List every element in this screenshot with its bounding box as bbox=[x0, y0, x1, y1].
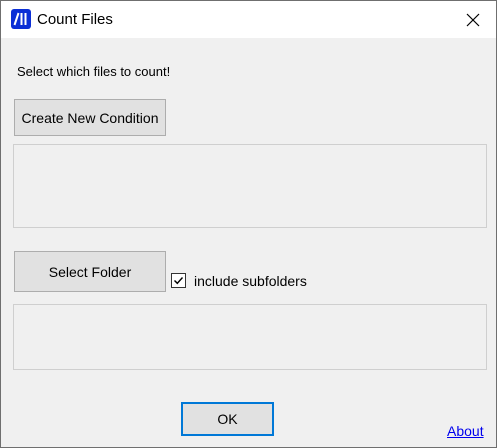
title-bar[interactable]: Count Files bbox=[1, 1, 496, 38]
instruction-label: Select which files to count! bbox=[17, 64, 171, 79]
include-subfolders-label[interactable]: include subfolders bbox=[194, 272, 307, 290]
close-icon bbox=[466, 13, 480, 27]
count-files-window: Count Files Select which files to count!… bbox=[0, 0, 497, 448]
folder-panel bbox=[13, 304, 487, 370]
window-title: Count Files bbox=[37, 11, 113, 28]
select-folder-button[interactable]: Select Folder bbox=[14, 251, 166, 292]
close-button[interactable] bbox=[450, 1, 496, 38]
conditions-panel bbox=[13, 144, 487, 228]
create-condition-button[interactable]: Create New Condition bbox=[14, 99, 166, 136]
app-logo-icon bbox=[11, 9, 31, 29]
about-link[interactable]: About bbox=[447, 422, 484, 440]
include-subfolders-checkbox[interactable] bbox=[171, 273, 186, 288]
checkmark-icon bbox=[174, 277, 184, 285]
ok-button[interactable]: OK bbox=[181, 402, 274, 436]
